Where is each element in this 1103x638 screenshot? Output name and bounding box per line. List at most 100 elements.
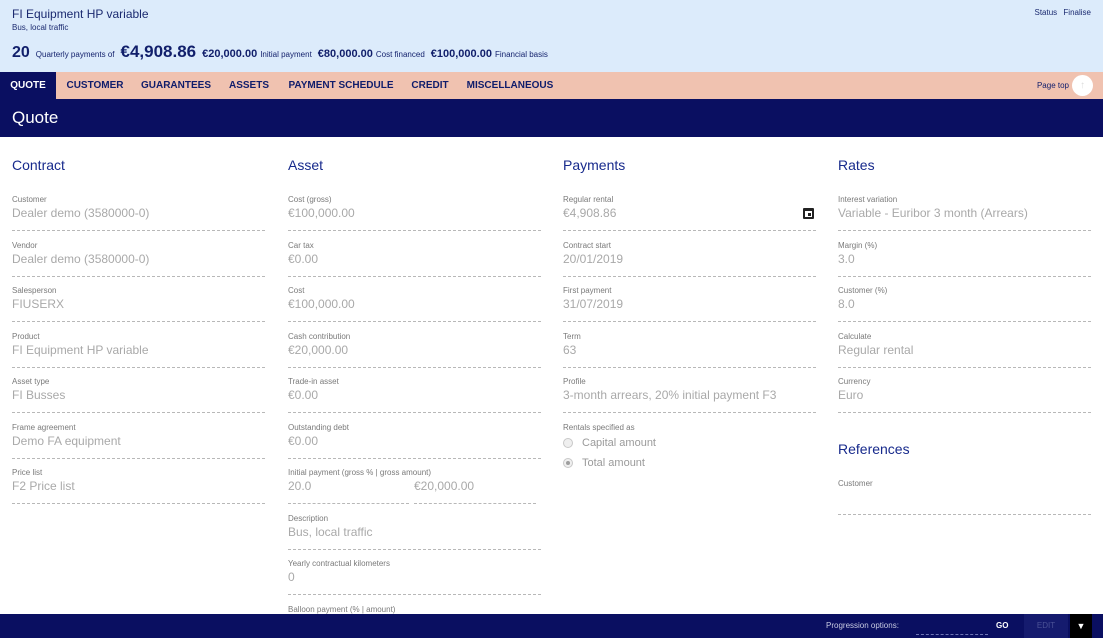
progression-options-select[interactable] [916,622,988,635]
field-value: FIUSERX [12,297,65,311]
field-value: €100,000.00 [288,297,355,311]
car-tax-field[interactable]: Car tax €0.00 [288,241,541,277]
field-label: Customer [838,479,873,488]
field-value: €0.00 [288,434,319,448]
field-label: Term [563,332,581,341]
contract-heading: Contract [12,157,65,173]
field-label: Salesperson [12,286,57,295]
field-value: Regular rental [838,343,914,357]
progression-footer: Progression options: GO EDIT ▼ [0,614,1103,638]
tab-customer[interactable]: CUSTOMER [58,72,132,99]
financial-basis-value: €100,000.00 [430,48,492,60]
initial-payment-label: Initial payment [260,50,312,59]
field-value: 20.0 [288,479,312,493]
radio-button[interactable] [563,438,573,448]
reference-customer-field[interactable]: Customer [838,479,1091,515]
first-payment-field[interactable]: First payment 31/07/2019 [563,286,816,322]
section-bar: Quote [0,99,1103,137]
asset-heading: Asset [288,157,324,173]
calculate-field[interactable]: Calculate Regular rental [838,332,1091,368]
field-label: Trade-in asset [288,377,339,386]
field-label: Contract start [563,241,612,250]
outstanding-debt-field[interactable]: Outstanding debt €0.00 [288,423,541,459]
interest-variation-field[interactable]: Interest variation Variable - Euribor 3 … [838,195,1091,231]
tab-assets[interactable]: ASSETS [222,72,276,99]
section-title: Quote [12,108,59,127]
asset-type-field[interactable]: Asset type FI Busses [12,377,265,413]
finalise-link[interactable]: Finalise [1063,8,1091,17]
cost-field[interactable]: Cost €100,000.00 [288,286,541,322]
field-value: Bus, local traffic [288,525,373,539]
field-value: €20,000.00 [414,479,475,493]
margin-field[interactable]: Margin (%) 3.0 [838,241,1091,277]
payment-summary: 20 Quarterly payments of €4,908.86 €20,0… [12,42,548,62]
edit-button[interactable]: EDIT [1024,614,1068,638]
total-amount-radio[interactable]: Total amount [563,456,645,470]
field-value: €4,908.86 [563,206,617,220]
yearly-km-field[interactable]: Yearly contractual kilometers 0 [288,559,541,595]
payments-count: 20 [12,44,30,61]
vendor-field[interactable]: Vendor Dealer demo (3580000-0) [12,241,265,277]
frame-agreement-field[interactable]: Frame agreement Demo FA equipment [12,423,265,459]
regular-rental-field[interactable]: Regular rental €4,908.86 [563,195,816,231]
customer-field[interactable]: Customer Dealer demo (3580000-0) [12,195,265,231]
field-label: Margin (%) [838,241,878,250]
tab-credit[interactable]: CREDIT [405,72,455,99]
field-value: 3.0 [838,252,855,266]
profile-field[interactable]: Profile 3-month arrears, 20% initial pay… [563,377,816,413]
product-field[interactable]: Product FI Equipment HP variable [12,332,265,368]
radio-button[interactable] [563,458,573,468]
tab-miscellaneous[interactable]: MISCELLANEOUS [461,72,559,99]
field-value: €20,000.00 [288,343,349,357]
rates-heading: Rates [838,157,875,173]
term-field[interactable]: Term 63 [563,332,816,368]
field-value: €0.00 [288,388,319,402]
capital-amount-radio[interactable]: Capital amount [563,436,656,450]
field-label: Currency [838,377,871,386]
payments-heading: Payments [563,157,626,173]
initial-payment-percent-field[interactable]: 20.0 [288,468,409,504]
customer-rate-field[interactable]: Customer (%) 8.0 [838,286,1091,322]
initial-payment-amount-field[interactable]: €20,000.00 [414,468,536,504]
field-label: Profile [563,377,586,386]
rentals-specified-label: Rentals specified as [563,423,635,432]
contract-start-field[interactable]: Contract start 20/01/2019 [563,241,816,277]
caret-down-icon[interactable]: ▼ [1070,614,1092,638]
price-list-field[interactable]: Price list F2 Price list [12,468,265,504]
product-subtitle: Bus, local traffic [12,23,69,32]
field-value: 8.0 [838,297,855,311]
trade-in-asset-field[interactable]: Trade-in asset €0.00 [288,377,541,413]
field-label: Cost (gross) [288,195,332,204]
description-field[interactable]: Description Bus, local traffic [288,514,541,550]
field-label: Vendor [12,241,38,250]
tab-guarantees[interactable]: GUARANTEES [137,72,215,99]
field-label: Yearly contractual kilometers [288,559,390,568]
field-value: F2 Price list [12,479,75,493]
field-value: €100,000.00 [288,206,355,220]
calendar-icon[interactable] [803,208,814,219]
tab-payment-schedule[interactable]: PAYMENT SCHEDULE [283,72,399,99]
salesperson-field[interactable]: Salesperson FIUSERX [12,286,265,322]
field-label: Cost [288,286,305,295]
currency-field[interactable]: Currency Euro [838,377,1091,413]
payment-amount: €4,908.86 [120,42,197,61]
field-label: Product [12,332,40,341]
page-top-link[interactable]: Page top [1037,72,1069,99]
cash-contribution-field[interactable]: Cash contribution €20,000.00 [288,332,541,368]
field-value: Dealer demo (3580000-0) [12,206,150,220]
field-value: FI Busses [12,388,66,402]
field-label: Asset type [12,377,50,386]
arrow-up-icon[interactable]: ↑ [1072,75,1093,96]
status-link[interactable]: Status [1035,8,1058,17]
tab-quote[interactable]: QUOTE [0,72,56,99]
field-label: Interest variation [838,195,898,204]
cost-gross-field[interactable]: Cost (gross) €100,000.00 [288,195,541,231]
field-value: 20/01/2019 [563,252,624,266]
references-heading: References [838,441,910,457]
field-label: Car tax [288,241,314,250]
field-label: Description [288,514,329,523]
field-value: Demo FA equipment [12,434,121,448]
balloon-payment-label: Balloon payment (% | amount) [288,605,396,614]
go-button[interactable]: GO [996,621,1008,630]
cost-financed-label: Cost financed [375,50,425,59]
